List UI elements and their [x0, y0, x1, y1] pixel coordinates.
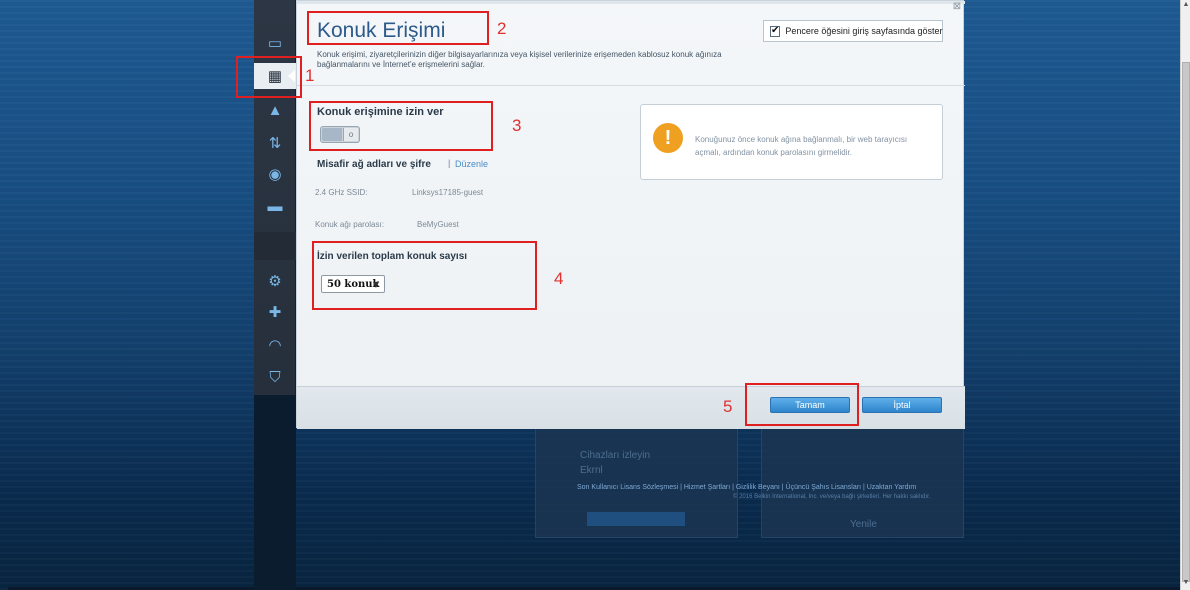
cancel-button[interactable]: İptal [862, 397, 942, 413]
scroll-up-icon[interactable]: ▲ [1181, 0, 1190, 10]
close-icon[interactable]: ⊠ [951, 1, 963, 13]
show-on-login-checkbox[interactable]: ✔ [770, 25, 781, 37]
troubleshoot-icon[interactable]: ✚ [254, 299, 296, 325]
annotation-box-5 [745, 383, 859, 426]
ssid-key: 2.4 GHz SSID: [315, 188, 368, 197]
devices-icon[interactable]: ▭ [254, 30, 296, 56]
guest-access-modal: ⊠ Konuk Erişimi Konuk erişimi, ziyaretçi… [296, 0, 965, 429]
annotation-box-3 [309, 101, 493, 151]
warning-text: Konuğunuz önce konuk ağına bağlanmalı, b… [695, 135, 908, 157]
guest-names-label: Misafir ağ adları ve şifre [317, 159, 431, 170]
settings-icon[interactable]: ⚙ [254, 268, 296, 294]
show-on-login-option[interactable]: ✔ Pencere öğesini giriş sayfasında göste… [763, 20, 943, 42]
sidebar-lower [254, 395, 296, 590]
speed-test-icon[interactable]: ◉ [254, 161, 296, 187]
modal-description: Konuk erişimi, ziyaretçilerinizin diğer … [317, 50, 722, 69]
background-card-button [587, 512, 685, 526]
annotation-number-4: 4 [554, 269, 564, 288]
password-value: BeMyGuest [417, 220, 459, 229]
warning-box: ! Konuğunuz önce konuk ağına bağlanmalı,… [640, 104, 943, 180]
storage-icon[interactable]: ▬ [254, 193, 296, 219]
scroll-down-icon[interactable]: ▼ [1181, 578, 1190, 588]
background-card-text: Cihazları izleyin [580, 450, 651, 461]
priority-icon[interactable]: ⇅ [254, 130, 296, 156]
footer-copyright: © 2016 Belkin International, Inc. ve/vey… [733, 494, 931, 500]
modal-top-edge [297, 1, 965, 4]
edit-link[interactable]: Düzenle [455, 159, 488, 169]
warning-icon: ! [653, 123, 683, 153]
annotation-box-2 [307, 11, 489, 45]
password-key: Konuk ağı parolası: [315, 220, 384, 229]
vertical-scrollbar[interactable]: ▲ ▼ [1180, 0, 1190, 590]
annotation-number-2: 2 [497, 19, 507, 38]
separator: | [448, 158, 451, 168]
alert-icon[interactable]: ▲ [254, 97, 296, 123]
background-card-text: Ekrnl [580, 465, 603, 476]
annotation-number-3: 3 [512, 116, 522, 135]
annotation-number-1: 1 [305, 66, 315, 85]
background-card-button-label: Yenile [850, 519, 877, 530]
modal-divider [297, 85, 965, 86]
ssid-value: Linksys17185-guest [412, 188, 484, 197]
annotation-box-4 [312, 241, 537, 310]
annotation-number-5: 5 [723, 397, 733, 416]
show-on-login-label: Pencere öğesini giriş sayfasında göster [785, 26, 943, 36]
security-icon[interactable]: ⛉ [254, 364, 296, 390]
annotation-box-1 [236, 56, 302, 98]
sidebar-divider [254, 232, 296, 260]
wireless-icon[interactable]: ◠ [254, 332, 296, 358]
scroll-thumb[interactable] [1182, 62, 1190, 582]
